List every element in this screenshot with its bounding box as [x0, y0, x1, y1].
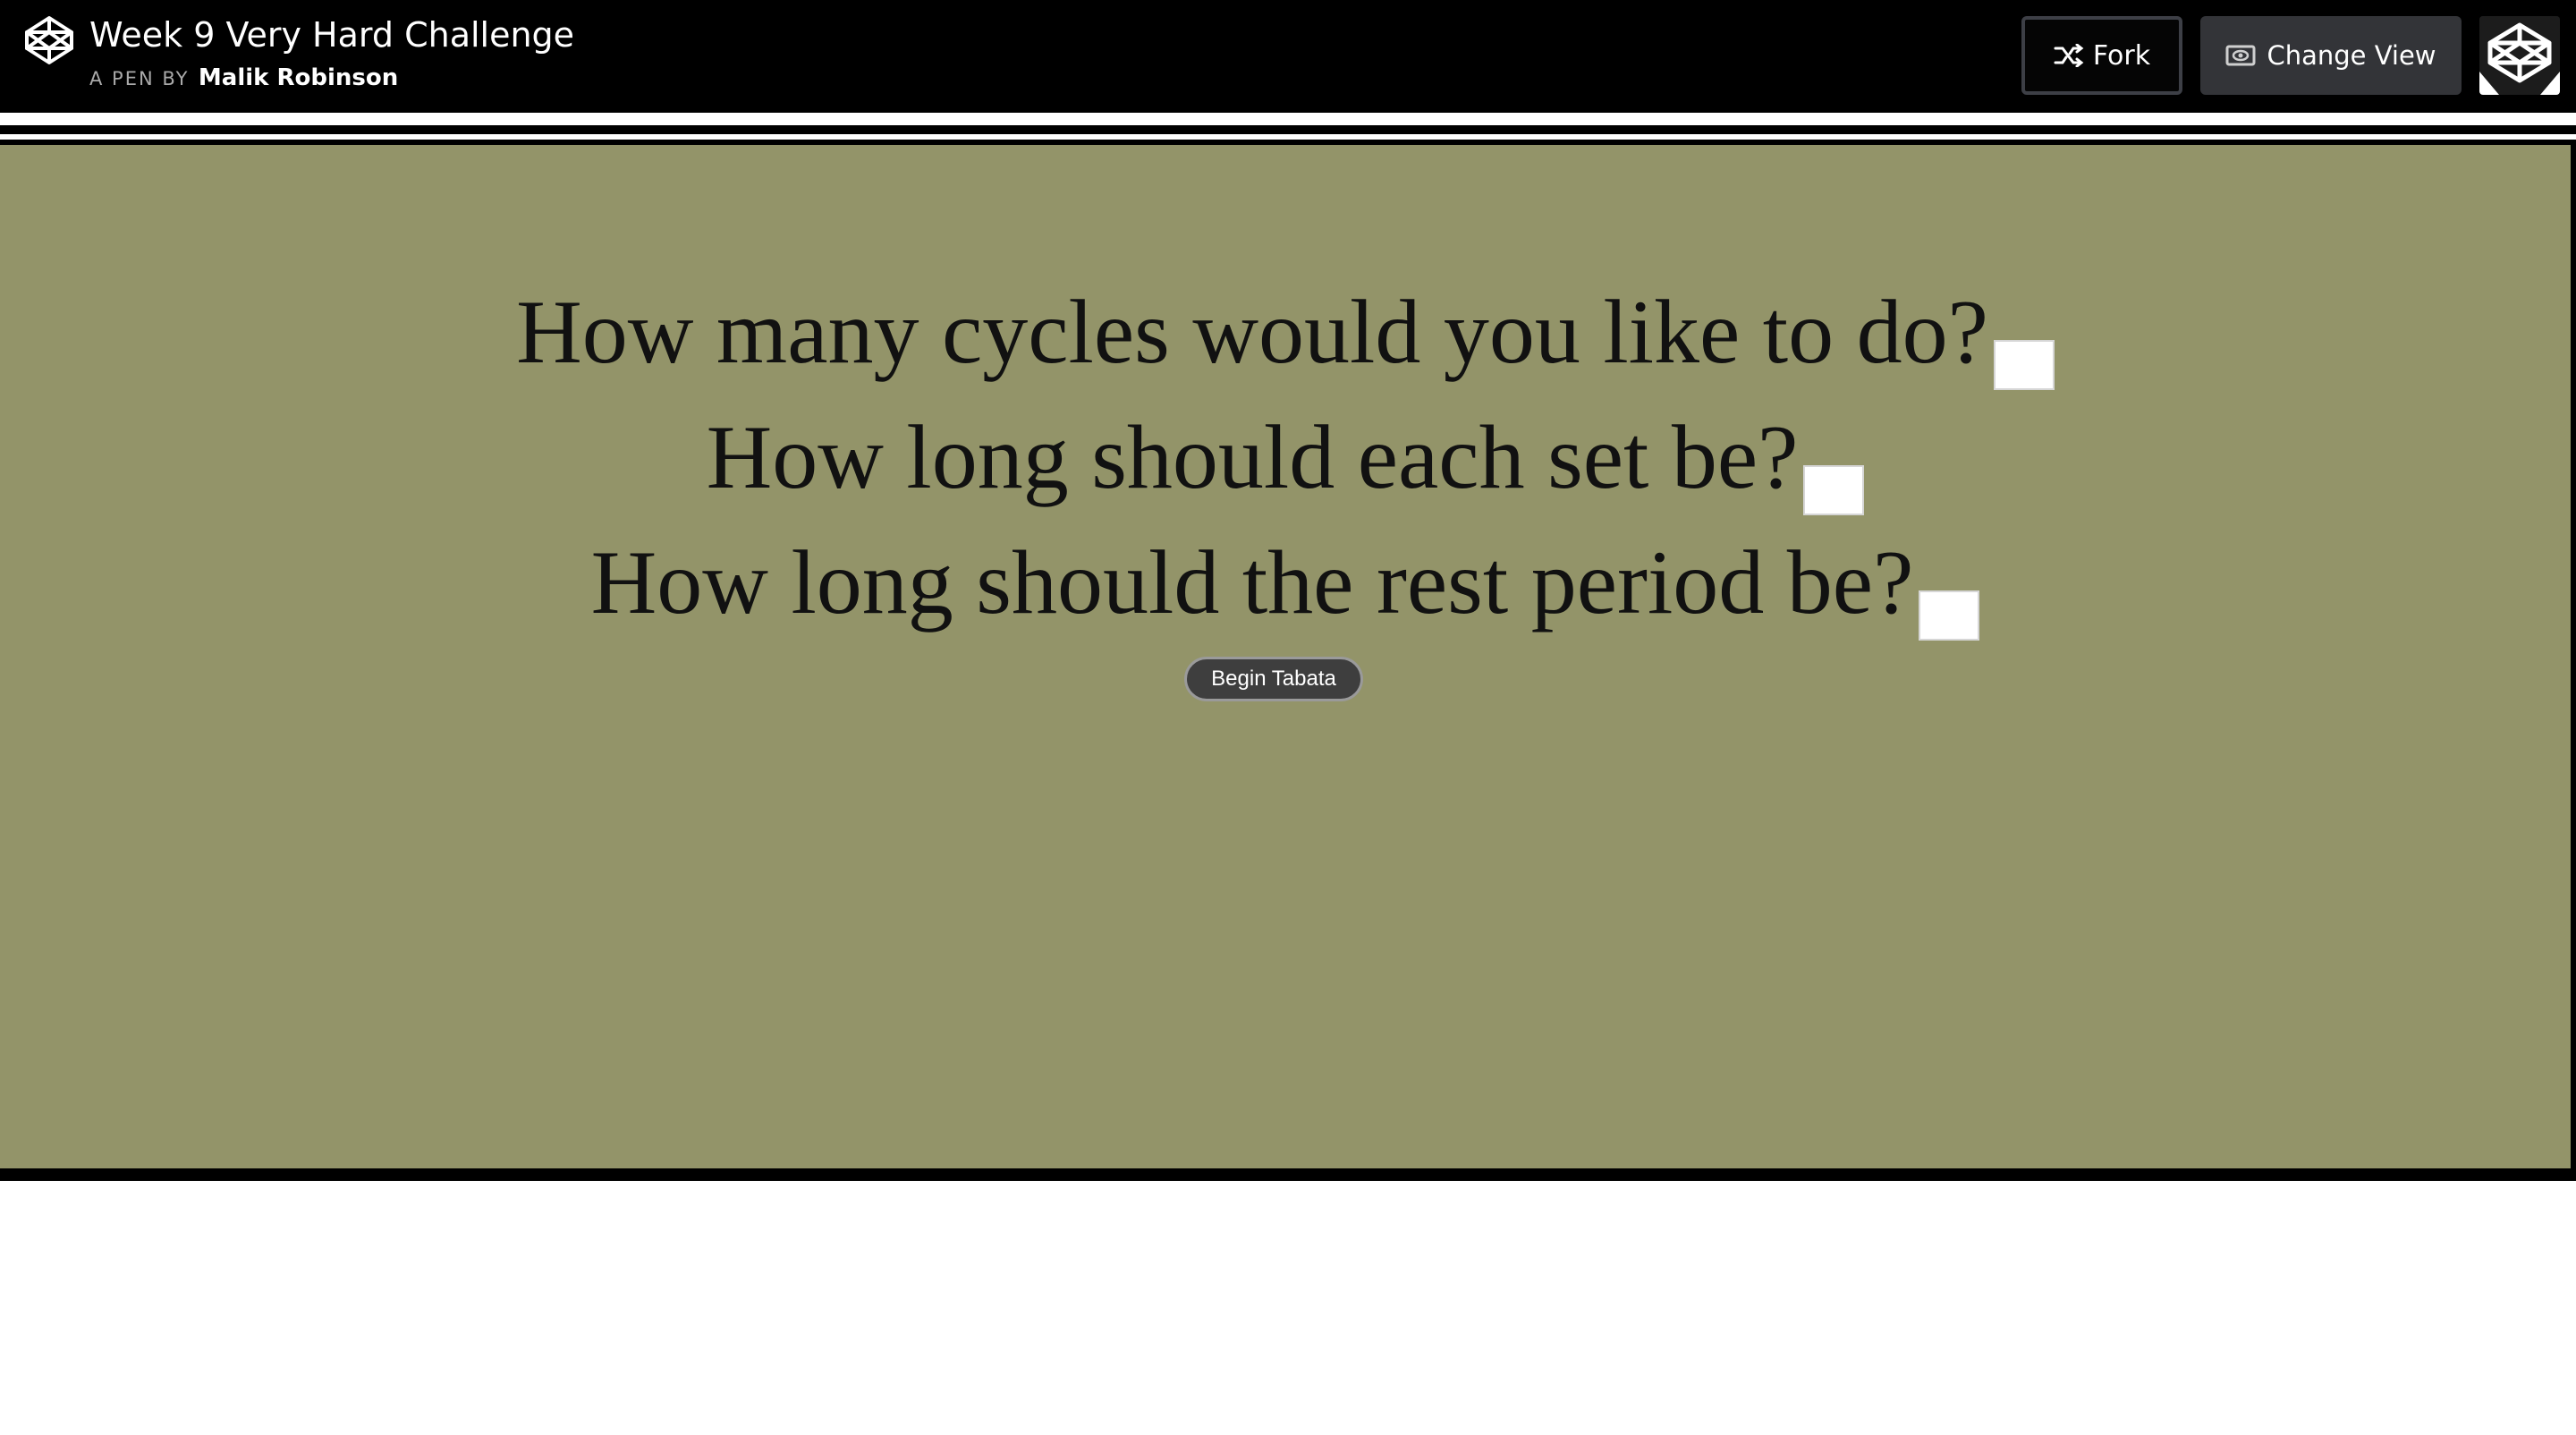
byline-label: A PEN BY [89, 68, 190, 89]
fork-button[interactable]: Fork [2021, 16, 2182, 95]
fork-icon [2054, 44, 2084, 67]
question-row-set-length: How long should each set be? [0, 404, 2571, 515]
change-view-button[interactable]: Change View [2200, 16, 2462, 95]
codepen-logo-icon[interactable] [23, 14, 75, 66]
eye-icon [2225, 45, 2256, 66]
question-cycles: How many cycles would you like to do? [516, 282, 1988, 383]
author-link[interactable]: Malik Robinson [199, 64, 398, 91]
cycles-input[interactable] [1993, 340, 2055, 390]
codepen-avatar-icon [2479, 16, 2560, 95]
header-separator-line [0, 125, 2576, 134]
set-length-input[interactable] [1803, 465, 1865, 515]
question-row-rest-period: How long should the rest period be? [0, 530, 2571, 641]
question-row-cycles: How many cycles would you like to do? [0, 279, 2571, 390]
pen-title: Week 9 Very Hard Challenge [89, 15, 575, 55]
fork-label: Fork [2092, 39, 2151, 72]
pen-byline: A PEN BY Malik Robinson [89, 63, 398, 97]
question-set-length: How long should each set be? [706, 407, 1799, 508]
header-separator [0, 113, 2576, 125]
avatar[interactable] [2479, 16, 2560, 95]
rest-period-input[interactable] [1919, 590, 1980, 641]
pen-preview: How many cycles would you like to do? Ho… [0, 140, 2576, 1181]
change-view-label: Change View [2267, 40, 2436, 71]
question-rest-period: How long should the rest period be? [590, 532, 1914, 633]
begin-tabata-button[interactable]: Begin Tabata [1184, 657, 1363, 701]
codepen-header: Week 9 Very Hard Challenge A PEN BY Mali… [0, 0, 2576, 113]
